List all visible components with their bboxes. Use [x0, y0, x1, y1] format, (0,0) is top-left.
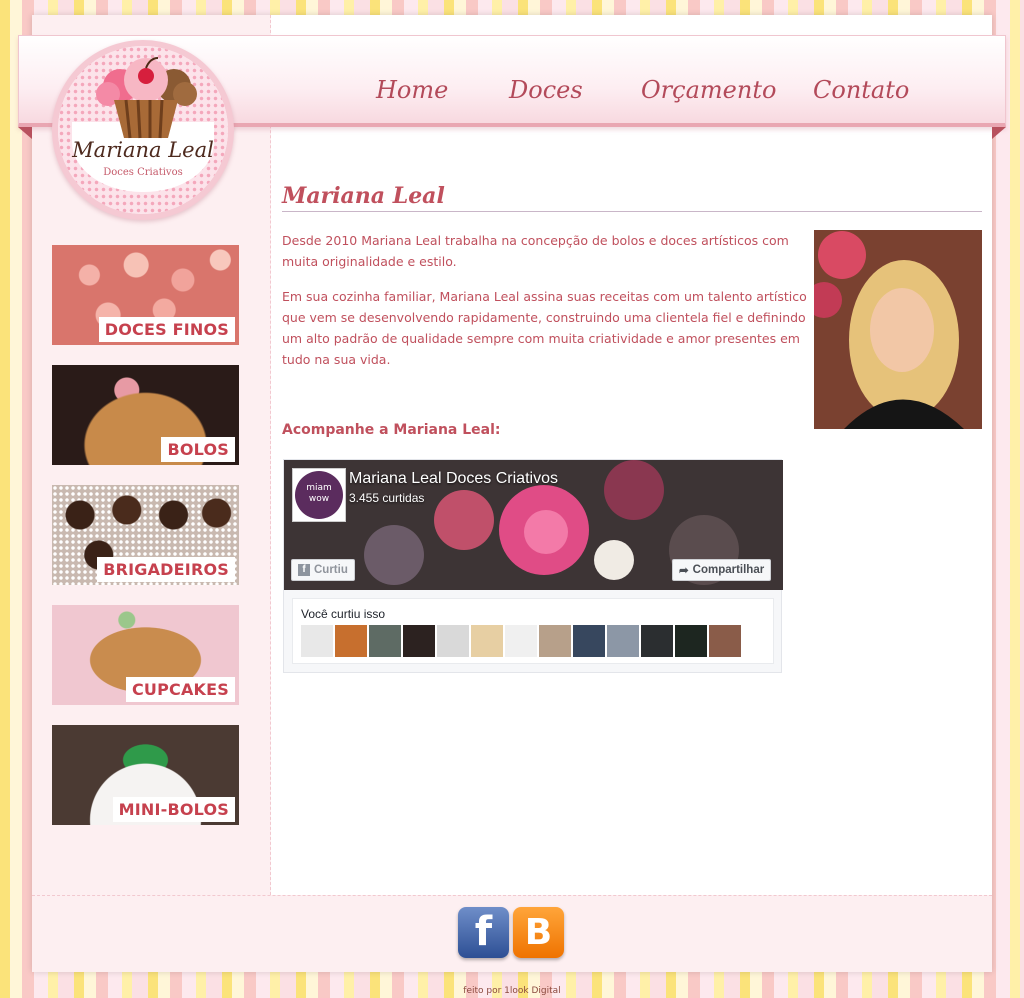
friend-avatar[interactable] [301, 625, 333, 657]
site-logo[interactable]: Mariana Leal Doces Criativos [52, 40, 234, 220]
logo-title: Mariana Leal [72, 138, 214, 162]
friend-avatar[interactable] [607, 625, 639, 657]
category-label: MINI-BOLOS [112, 797, 235, 822]
liked-button-label: Curtiu [314, 564, 348, 576]
friend-avatar[interactable] [471, 625, 503, 657]
profile-photo [814, 230, 982, 429]
you-liked-text: Você curtiu isso [301, 607, 386, 621]
category-bolos[interactable]: BOLOS [52, 365, 239, 465]
follow-heading: Acompanhe a Mariana Leal: [282, 422, 501, 438]
nav-doces[interactable]: Doces [509, 76, 583, 104]
facebook-link[interactable]: f [458, 907, 509, 958]
category-label: BRIGADEIROS [97, 557, 235, 582]
category-doces-finos[interactable]: DOCES FINOS [52, 245, 239, 345]
friend-avatar[interactable] [709, 625, 741, 657]
facebook-cover-image[interactable]: miam wow Mariana Leal Doces Criativos 3.… [284, 460, 783, 590]
footer [32, 895, 992, 972]
category-label: CUPCAKES [125, 677, 235, 702]
blogger-icon: B [524, 912, 553, 953]
friend-avatar[interactable] [539, 625, 571, 657]
footer-credit[interactable]: feito por 1look Digital [0, 986, 1024, 996]
category-brigadeiros[interactable]: BRIGADEIROS [52, 485, 239, 585]
facebook-friends-panel: Você curtiu isso [292, 598, 774, 664]
nav-orcamento[interactable]: Orçamento [641, 76, 776, 104]
friend-avatar[interactable] [675, 625, 707, 657]
share-arrow-icon: ➦ [679, 565, 689, 577]
ribbon-fold-left [18, 127, 32, 139]
facebook-page-name[interactable]: Mariana Leal Doces Criativos [349, 470, 558, 488]
friend-avatar[interactable] [335, 625, 367, 657]
friend-avatar[interactable] [641, 625, 673, 657]
friend-avatars [301, 625, 741, 657]
friend-avatar[interactable] [573, 625, 605, 657]
category-cupcakes[interactable]: CUPCAKES [52, 605, 239, 705]
cupcake-icon [90, 56, 202, 140]
facebook-f-icon: f [298, 564, 310, 576]
facebook-icon: f [474, 909, 493, 955]
friend-avatar[interactable] [369, 625, 401, 657]
facebook-share-button[interactable]: ➦ Compartilhar [672, 559, 772, 581]
friend-avatar[interactable] [437, 625, 469, 657]
facebook-likes-count: 3.455 curtidas [349, 491, 425, 505]
intro-paragraph: Desde 2010 Mariana Leal trabalha na conc… [282, 233, 789, 269]
share-button-label: Compartilhar [692, 564, 765, 576]
nav-contato[interactable]: Contato [813, 76, 909, 104]
friend-avatar[interactable] [505, 625, 537, 657]
friend-avatar[interactable] [403, 625, 435, 657]
facebook-page-widget: miam wow Mariana Leal Doces Criativos 3.… [283, 459, 783, 673]
nav-home[interactable]: Home [376, 76, 448, 104]
category-label: DOCES FINOS [98, 317, 235, 342]
blogger-link[interactable]: B [513, 907, 564, 958]
category-label: BOLOS [161, 437, 235, 462]
facebook-page-avatar[interactable]: miam wow [292, 468, 346, 522]
bio-paragraph: Em sua cozinha familiar, Mariana Leal as… [282, 289, 807, 367]
facebook-liked-button[interactable]: f Curtiu [291, 559, 355, 581]
avatar-logo-text: miam wow [295, 471, 343, 519]
category-mini-bolos[interactable]: MINI-BOLOS [52, 725, 239, 825]
ribbon-fold-right [992, 127, 1006, 139]
logo-subtitle: Doces Criativos [103, 167, 183, 178]
page-title: Mariana Leal [282, 183, 982, 212]
